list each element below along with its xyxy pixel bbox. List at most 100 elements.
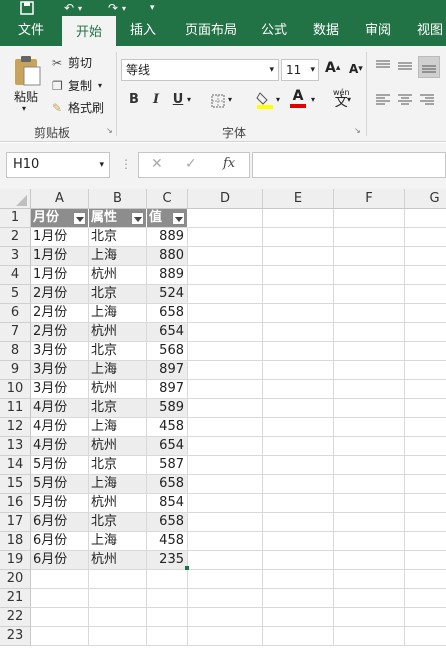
cell-c2[interactable]: 889 [147, 228, 188, 247]
cell-g7[interactable] [405, 323, 446, 342]
italic-button[interactable]: I [148, 92, 164, 107]
cell-e4[interactable] [263, 266, 334, 285]
increase-font-size-icon[interactable]: A ▴ [325, 60, 340, 76]
cell-f22[interactable] [334, 608, 405, 627]
cell-e16[interactable] [263, 494, 334, 513]
align-right-icon[interactable] [420, 94, 434, 106]
tab-home[interactable]: 开始 [62, 16, 116, 46]
cell-d5[interactable] [188, 285, 263, 304]
insert-function-icon[interactable]: fx [223, 156, 235, 171]
row-header-10[interactable]: 10 [0, 380, 31, 399]
cell-e12[interactable] [263, 418, 334, 437]
cell-e20[interactable] [263, 570, 334, 589]
cell-e3[interactable] [263, 247, 334, 266]
cell-e8[interactable] [263, 342, 334, 361]
cell-a5[interactable]: 2月份 [31, 285, 89, 304]
column-header-b[interactable]: B [89, 189, 147, 209]
paste-dropdown-icon[interactable]: ▾ [22, 104, 26, 113]
cell-d1[interactable] [188, 209, 263, 228]
row-header-13[interactable]: 13 [0, 437, 31, 456]
filter-dropdown-icon[interactable] [172, 212, 185, 225]
cell-a23[interactable] [31, 627, 89, 646]
cell-a7[interactable]: 2月份 [31, 323, 89, 342]
cell-b23[interactable] [89, 627, 147, 646]
filter-dropdown-icon[interactable] [131, 212, 144, 225]
tab-formulas[interactable]: 公式 [252, 16, 296, 46]
cell-c16[interactable]: 854 [147, 494, 188, 513]
cell-c22[interactable] [147, 608, 188, 627]
borders-icon[interactable] [211, 94, 225, 108]
cell-d23[interactable] [188, 627, 263, 646]
cell-f2[interactable] [334, 228, 405, 247]
fill-color-icon[interactable] [256, 90, 274, 110]
tab-file[interactable]: 文件 [6, 16, 56, 46]
cell-f20[interactable] [334, 570, 405, 589]
cell-b1[interactable]: 属性 [89, 209, 147, 228]
cell-c18[interactable]: 458 [147, 532, 188, 551]
cell-f21[interactable] [334, 589, 405, 608]
cell-a19[interactable]: 6月份 [31, 551, 89, 570]
cell-g20[interactable] [405, 570, 446, 589]
cell-f10[interactable] [334, 380, 405, 399]
cell-b16[interactable]: 杭州 [89, 494, 147, 513]
cell-g13[interactable] [405, 437, 446, 456]
cell-g10[interactable] [405, 380, 446, 399]
cell-e2[interactable] [263, 228, 334, 247]
tab-view[interactable]: 视图 [410, 16, 446, 46]
cell-g2[interactable] [405, 228, 446, 247]
font-color-icon[interactable]: A [290, 88, 306, 108]
row-header-22[interactable]: 22 [0, 608, 31, 627]
clipboard-launcher-icon[interactable]: ↘ [106, 126, 113, 135]
cell-c14[interactable]: 587 [147, 456, 188, 475]
cell-f4[interactable] [334, 266, 405, 285]
cell-d12[interactable] [188, 418, 263, 437]
cut-button[interactable]: ✂ 剪切 [52, 54, 92, 71]
cell-d17[interactable] [188, 513, 263, 532]
worksheet-grid[interactable]: A B C D E F G 1 月份 属性值 2 1月份 北京 889 3 1月份 上海 880 4 1月份 杭州 889… [0, 189, 446, 651]
cell-b6[interactable]: 上海 [89, 304, 147, 323]
undo-icon[interactable]: ↶ [64, 0, 74, 16]
cell-d2[interactable] [188, 228, 263, 247]
cell-d13[interactable] [188, 437, 263, 456]
cell-f12[interactable] [334, 418, 405, 437]
cell-g17[interactable] [405, 513, 446, 532]
save-icon[interactable] [20, 0, 34, 16]
underline-dropdown-icon[interactable]: ▾ [187, 95, 191, 104]
cell-d19[interactable] [188, 551, 263, 570]
cell-g22[interactable] [405, 608, 446, 627]
cell-a14[interactable]: 5月份 [31, 456, 89, 475]
tab-review[interactable]: 审阅 [356, 16, 400, 46]
cell-d11[interactable] [188, 399, 263, 418]
cell-e22[interactable] [263, 608, 334, 627]
cell-c3[interactable]: 880 [147, 247, 188, 266]
formula-bar-splitter-icon[interactable]: ⋮ [120, 157, 132, 171]
cell-e1[interactable] [263, 209, 334, 228]
cell-b11[interactable]: 北京 [89, 399, 147, 418]
cell-b12[interactable]: 上海 [89, 418, 147, 437]
cell-b14[interactable]: 北京 [89, 456, 147, 475]
cell-a2[interactable]: 1月份 [31, 228, 89, 247]
cell-f23[interactable] [334, 627, 405, 646]
cell-e7[interactable] [263, 323, 334, 342]
align-bottom-icon[interactable] [418, 56, 440, 78]
cell-e18[interactable] [263, 532, 334, 551]
cell-e23[interactable] [263, 627, 334, 646]
copy-dropdown-icon[interactable]: ▾ [98, 81, 102, 90]
filter-dropdown-icon[interactable] [73, 212, 86, 225]
cell-g3[interactable] [405, 247, 446, 266]
cell-d21[interactable] [188, 589, 263, 608]
row-header-8[interactable]: 8 [0, 342, 31, 361]
select-all-corner[interactable] [0, 189, 31, 209]
cell-g15[interactable] [405, 475, 446, 494]
row-header-2[interactable]: 2 [0, 228, 31, 247]
enter-icon[interactable]: ✓ [185, 156, 197, 172]
cancel-icon[interactable]: ✕ [151, 156, 163, 172]
paste-button[interactable]: 粘贴 [14, 88, 38, 105]
table-resize-handle[interactable] [185, 566, 189, 570]
cell-c4[interactable]: 889 [147, 266, 188, 285]
row-header-15[interactable]: 15 [0, 475, 31, 494]
cell-f9[interactable] [334, 361, 405, 380]
fill-color-dropdown-icon[interactable]: ▾ [276, 95, 280, 104]
cell-e13[interactable] [263, 437, 334, 456]
cell-c8[interactable]: 568 [147, 342, 188, 361]
